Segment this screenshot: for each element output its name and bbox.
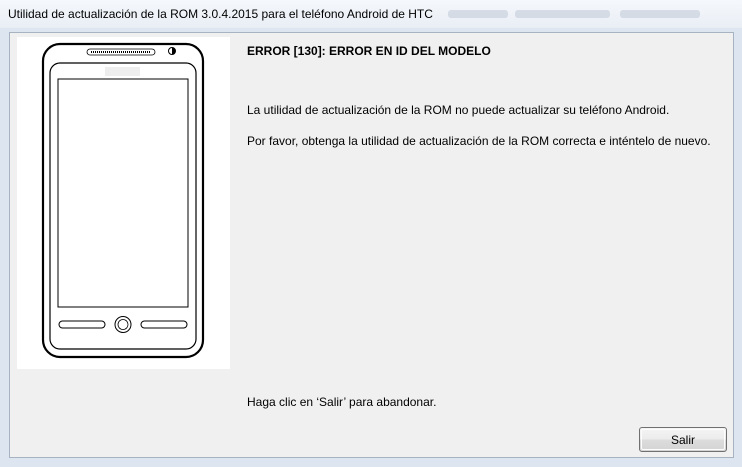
title-bar-background-blur [515, 10, 610, 18]
title-bar-background-blur [448, 10, 508, 18]
exit-hint: Haga clic en ‘Salir’ para abandonar. [247, 395, 437, 409]
window-frame: ERROR [130]: ERROR EN ID DEL MODELO La u… [0, 28, 742, 467]
title-bar[interactable]: Utilidad de actualización de la ROM 3.0.… [0, 0, 742, 29]
title-bar-background-blur [620, 10, 700, 18]
error-title: ERROR [130]: ERROR EN ID DEL MODELO [247, 44, 491, 58]
exit-button-label: Salir [670, 432, 695, 447]
dialog-content: ERROR [130]: ERROR EN ID DEL MODELO La u… [9, 32, 734, 458]
exit-button[interactable]: Salir [639, 427, 727, 452]
error-instruction: Por favor, obtenga la utilidad de actual… [247, 134, 711, 148]
phone-illustration-panel [17, 37, 230, 369]
phone-icon [41, 42, 205, 359]
window-title: Utilidad de actualización de la ROM 3.0.… [8, 7, 433, 21]
error-description: La utilidad de actualización de la ROM n… [247, 103, 670, 117]
